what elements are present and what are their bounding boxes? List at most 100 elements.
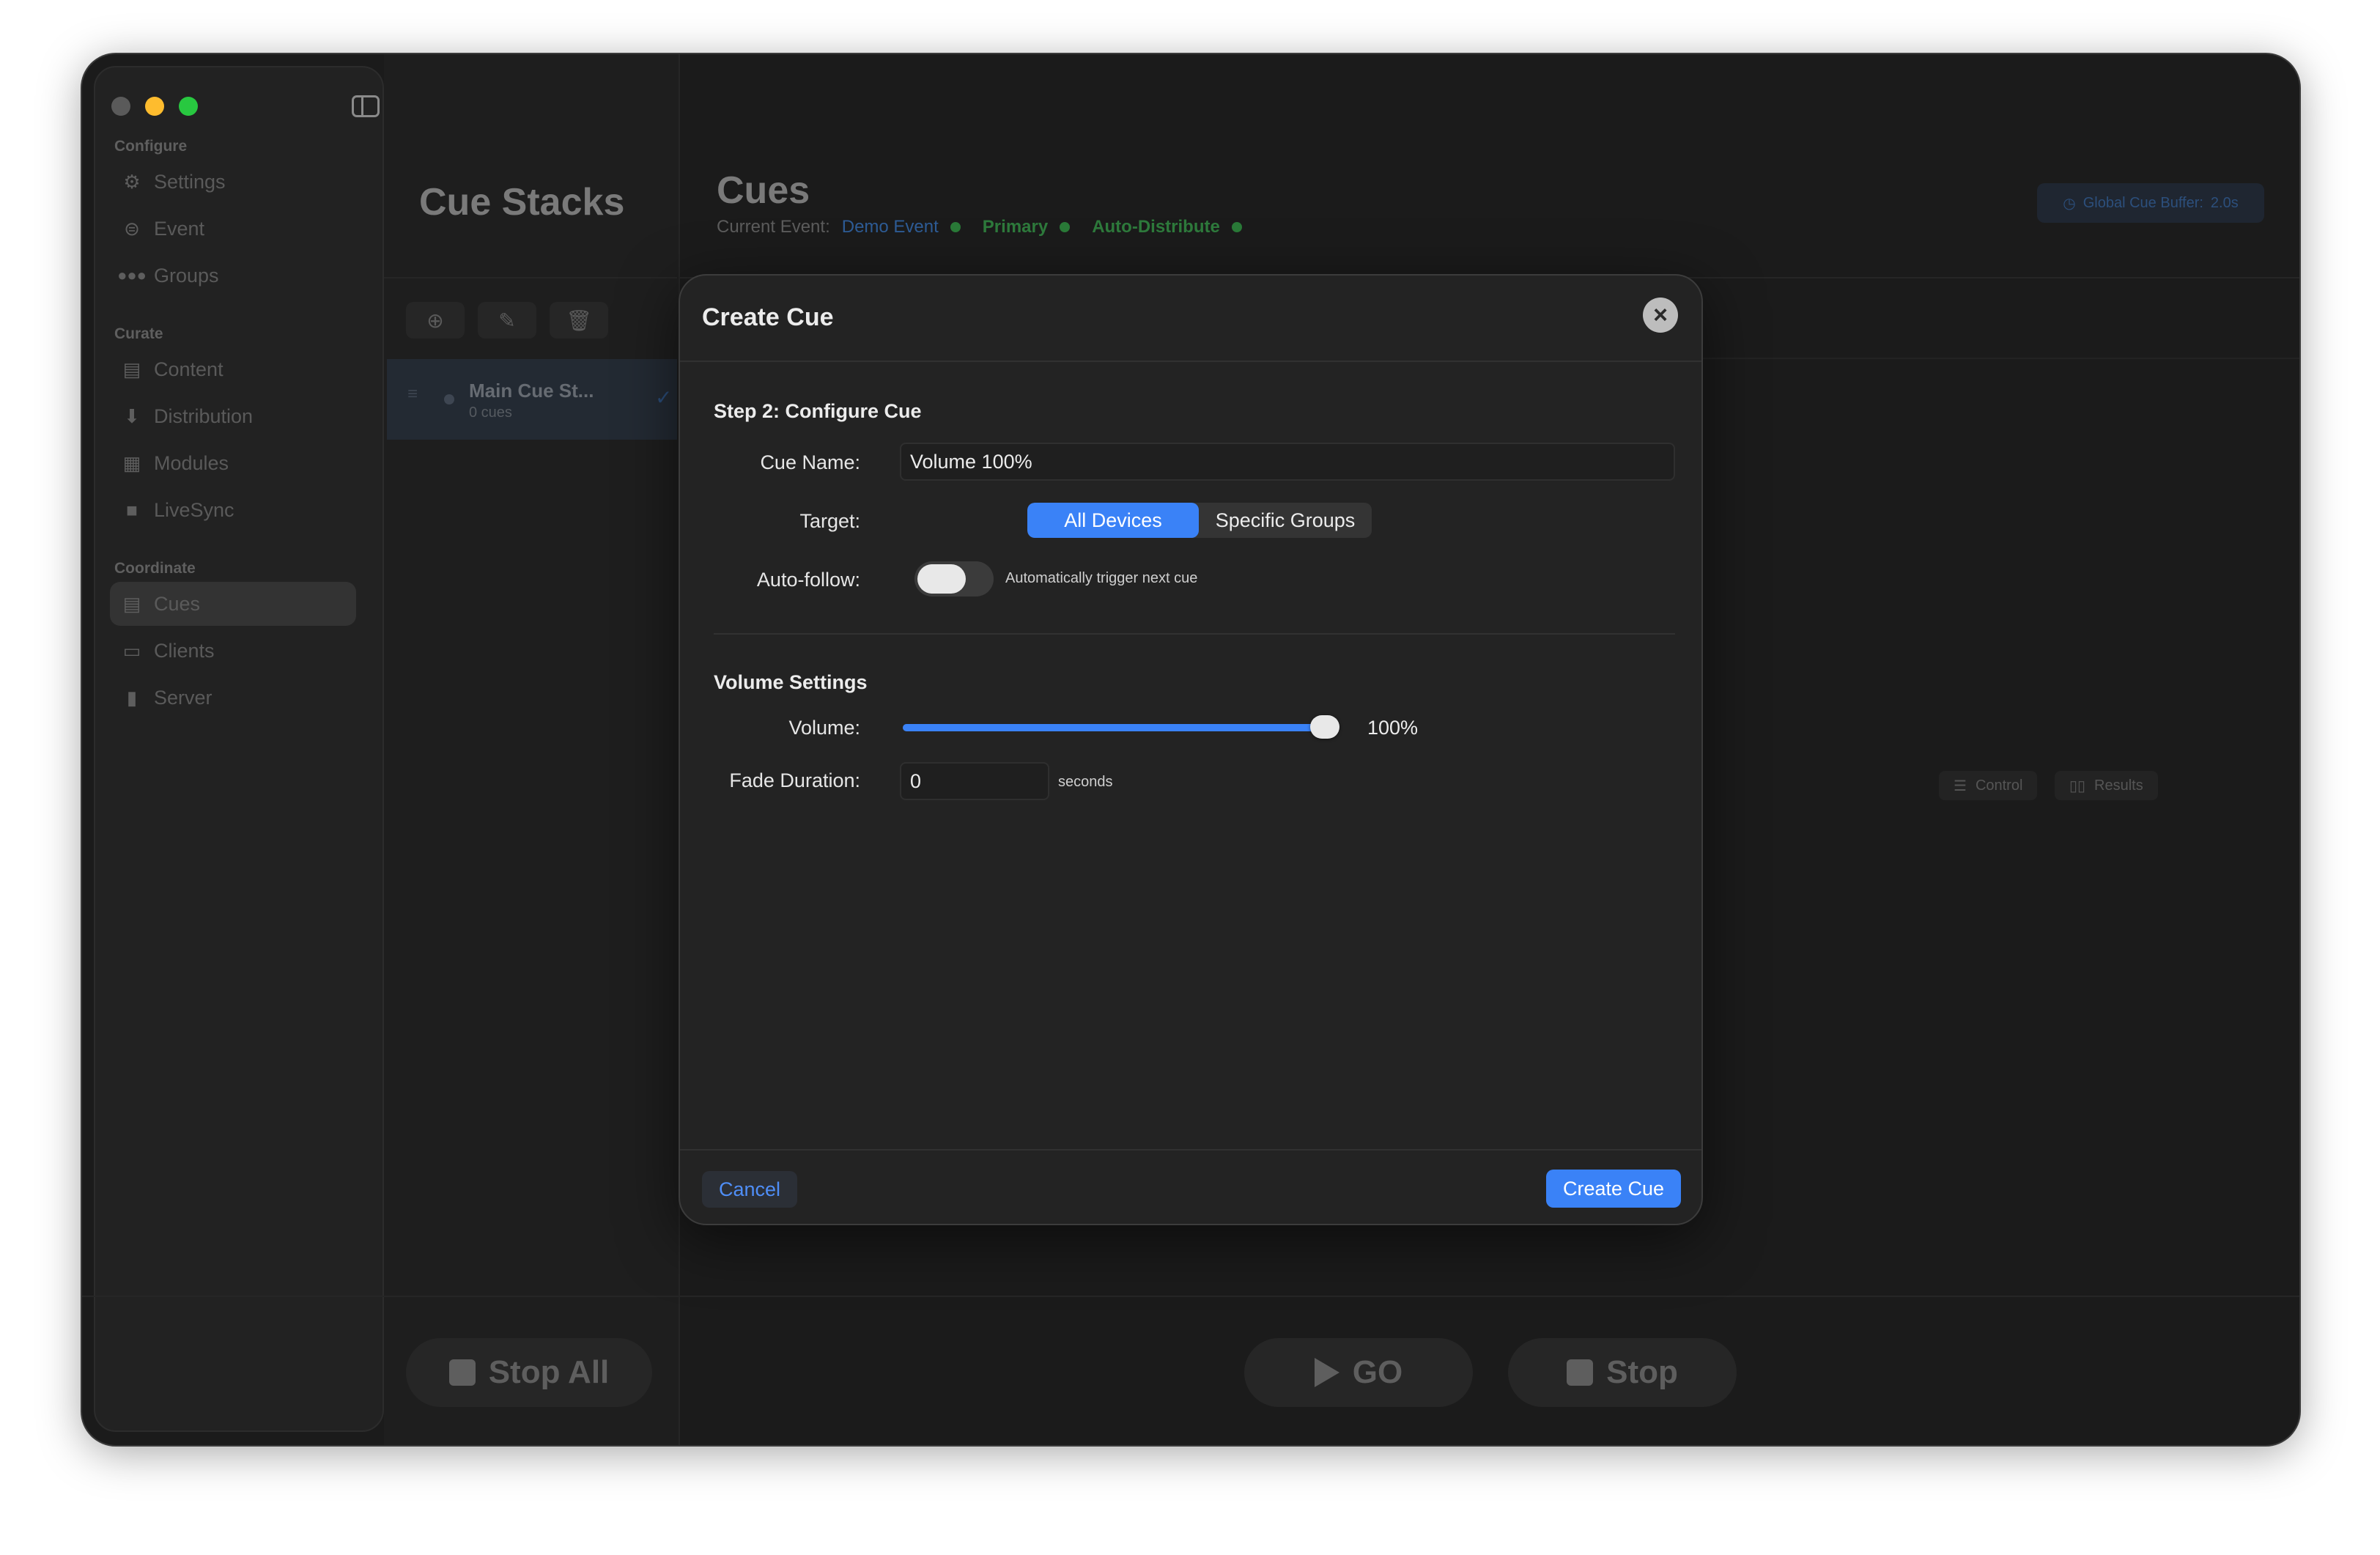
fade-unit: seconds (1058, 774, 1113, 790)
content-icon: ▤ (122, 358, 141, 380)
add-stack-button[interactable]: ⊕ (406, 302, 465, 339)
sidebar-item-event[interactable]: ⊜ Event (110, 207, 356, 251)
fade-duration-label: Fade Duration: (729, 769, 860, 791)
sidebar-item-server[interactable]: ▮ Server (110, 676, 356, 720)
chart-icon: ▮ (126, 686, 138, 709)
event-icon: ⊜ (124, 217, 140, 240)
current-event-label: Current Event: (717, 217, 830, 237)
stop-all-label: Stop All (488, 1354, 610, 1390)
sidebar-item-distribution[interactable]: ⬇ Distribution (110, 394, 356, 438)
checkmark-icon: ✓ (655, 386, 673, 409)
sidebar-item-label: Groups (154, 264, 219, 287)
stop-icon (1567, 1359, 1594, 1386)
tab-results[interactable]: ▯▯ Results (2055, 771, 2158, 800)
sidebar-item-label: Event (154, 217, 205, 240)
play-icon (1314, 1358, 1339, 1387)
autofollow-label: Auto-follow: (756, 569, 860, 591)
sidebar-item-modules[interactable]: ▦ Modules (110, 441, 356, 485)
event-name-link[interactable]: Demo Event (842, 217, 939, 237)
drag-handle-icon[interactable]: ≡ (407, 384, 418, 405)
target-specific-groups[interactable]: Specific Groups (1199, 503, 1372, 538)
create-cue-dialog: Create Cue × Step 2: Configure Cue Cue N… (679, 274, 1703, 1225)
sidebar-item-label: Server (154, 686, 212, 709)
section-configure: Configure (114, 138, 188, 155)
divider (680, 1149, 1701, 1150)
divider (680, 361, 1701, 362)
sidebar-item-label: Clients (154, 639, 215, 662)
autofollow-toggle[interactable] (914, 561, 994, 596)
stop-button[interactable]: Stop (1508, 1338, 1737, 1407)
sidebar-item-settings[interactable]: ⚙ Settings (110, 160, 356, 204)
list-icon: ▤ (122, 592, 141, 615)
sidebar-toggle-icon[interactable] (352, 95, 380, 117)
sidebar-item-clients[interactable]: ▭ Clients (110, 629, 356, 673)
volume-slider[interactable] (903, 715, 1339, 739)
volume-settings-title: Volume Settings (714, 671, 868, 693)
dialog-title: Create Cue (702, 303, 834, 331)
cancel-button[interactable]: Cancel (702, 1171, 797, 1208)
cue-name-label: Cue Name: (760, 451, 860, 473)
cue-stack-name: Main Cue St... (469, 380, 594, 402)
go-button[interactable]: GO (1244, 1338, 1473, 1407)
plus-icon: ⊕ (426, 309, 444, 332)
create-cue-button[interactable]: Create Cue (1546, 1170, 1681, 1208)
download-icon: ⬇ (124, 405, 140, 427)
section-curate: Curate (114, 325, 163, 342)
global-cue-buffer-chip[interactable]: ◷ Global Cue Buffer: 2.0s (2037, 183, 2264, 223)
clock-icon: ◷ (2063, 195, 2076, 212)
target-all-devices[interactable]: All Devices (1027, 503, 1199, 538)
sidebar-item-label: Distribution (154, 405, 254, 427)
sidebar-item-label: Settings (154, 170, 226, 193)
close-window-button[interactable] (111, 97, 130, 116)
cue-stacks-title: Cue Stacks (419, 181, 625, 224)
sidebar-item-cues[interactable]: ▤ Cues (110, 582, 356, 626)
divider (82, 1296, 2299, 1297)
stop-all-button[interactable]: Stop All (406, 1338, 652, 1407)
tab-control[interactable]: ☰ Control (1939, 771, 2038, 800)
status-dot (1060, 222, 1071, 232)
target-label: Target: (799, 510, 860, 532)
gear-icon: ⚙ (123, 170, 141, 193)
toggle-knob (917, 564, 966, 594)
status-dot (950, 222, 961, 232)
target-segmented-control: All Devices Specific Groups (1027, 503, 1372, 538)
delete-stack-button[interactable]: 🗑 (550, 302, 608, 339)
cue-stack-row[interactable]: ≡ Main Cue St... 0 cues ✓ (387, 359, 677, 440)
grid-icon: ▦ (122, 451, 141, 474)
divider (714, 633, 1675, 635)
bar-chart-icon: ▯▯ (2069, 778, 2086, 794)
tab-label: Results (2094, 777, 2143, 794)
volume-label: Volume: (788, 717, 860, 739)
page-title: Cues (717, 169, 810, 212)
autofollow-hint: Automatically trigger next cue (1005, 570, 1198, 586)
step-title: Step 2: Configure Cue (714, 400, 922, 422)
primary-status: Primary (982, 217, 1049, 237)
sidebar: Configure ⚙ Settings ⊜ Event ●●● Groups … (94, 66, 384, 1432)
volume-slider-thumb[interactable] (1310, 715, 1339, 739)
edit-stack-button[interactable]: ✎ (478, 302, 536, 339)
fade-duration-input[interactable]: 0 (900, 762, 1049, 800)
sidebar-item-livesync[interactable]: ■ LiveSync (110, 488, 356, 532)
close-icon[interactable]: × (1643, 298, 1678, 333)
volume-slider-fill (903, 724, 1325, 731)
stop-icon (448, 1359, 476, 1386)
sidebar-item-label: Modules (154, 451, 229, 474)
cue-stack-count: 0 cues (469, 405, 512, 421)
auto-distribute-status: Auto-Distribute (1092, 217, 1220, 237)
sidebar-item-label: Cues (154, 592, 201, 615)
sidebar-item-label: Content (154, 358, 223, 380)
minimize-window-button[interactable] (145, 97, 164, 116)
cue-stacks-panel: Cue Stacks ⊕ ✎ 🗑 ≡ Main Cue St... 0 cues… (384, 54, 680, 1445)
cue-name-input[interactable]: Volume 100% (900, 443, 1675, 481)
stop-label: Stop (1606, 1354, 1678, 1390)
trash-icon: 🗑 (566, 309, 592, 332)
event-status-line: Current Event: Demo Event Primary Auto-D… (717, 217, 1252, 237)
buffer-value: 2.0s (2210, 194, 2239, 211)
sidebar-item-content[interactable]: ▤ Content (110, 347, 356, 391)
sidebar-item-groups[interactable]: ●●● Groups (110, 254, 356, 298)
camera-icon: ■ (126, 498, 138, 521)
zoom-window-button[interactable] (179, 97, 198, 116)
sidebar-item-label: LiveSync (154, 498, 234, 521)
sliders-icon: ☰ (1954, 778, 1967, 794)
divider (384, 277, 677, 278)
